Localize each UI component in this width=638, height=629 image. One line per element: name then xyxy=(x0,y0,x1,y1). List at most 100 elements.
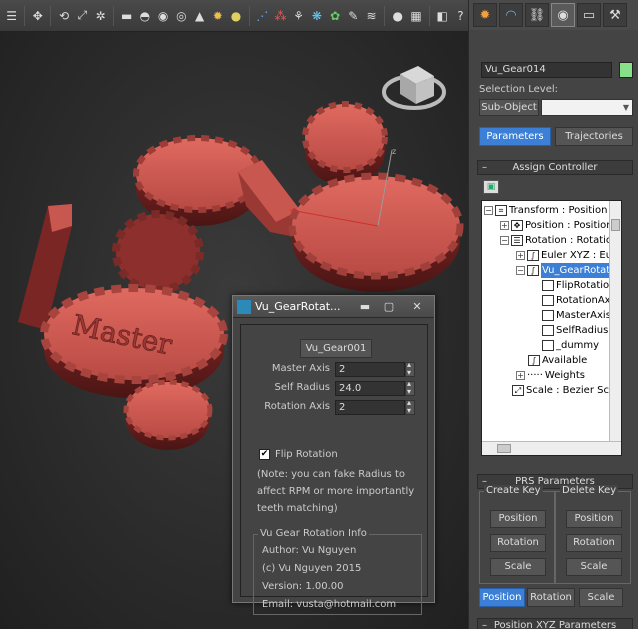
assign-controller-title: Assign Controller xyxy=(512,162,598,173)
tree-row[interactable]: ∫ Available xyxy=(528,353,587,368)
minimize-icon[interactable]: ▬ xyxy=(354,299,376,315)
gear-shape[interactable] xyxy=(112,210,204,294)
position-xyz-rollout[interactable]: – Position XYZ Parameters xyxy=(477,618,633,629)
camera-icon[interactable]: ✎ xyxy=(346,7,361,25)
create-tab-icon[interactable]: ✹ xyxy=(473,3,497,27)
expand-icon[interactable]: + xyxy=(500,221,509,230)
object-color-swatch[interactable] xyxy=(619,62,633,78)
tree-row[interactable]: ⤢ Scale : Bezier Sca xyxy=(512,383,615,398)
modify-tab-icon[interactable]: ◠ xyxy=(499,3,523,27)
tree-row[interactable]: + ∫ Euler XYZ : Eu xyxy=(516,248,612,263)
bush-icon[interactable]: ✿ xyxy=(328,7,343,25)
master-axis-spinner-arrows[interactable] xyxy=(405,360,415,377)
tree-row[interactable]: − ⌗ Transform : Position xyxy=(484,203,607,218)
scale-mode-button[interactable]: Scale xyxy=(579,588,623,607)
trajectories-tab[interactable]: Trajectories xyxy=(555,127,633,146)
tree-row[interactable]: SelfRadius xyxy=(542,323,608,338)
grass-icon[interactable]: ❋ xyxy=(309,7,324,25)
create-rotation-key-button[interactable]: Rotation xyxy=(490,534,546,552)
param-icon xyxy=(542,295,554,306)
tree-vertical-scrollbar[interactable] xyxy=(609,201,621,441)
sun-icon[interactable]: ✹ xyxy=(210,7,225,25)
particles-icon[interactable]: ✲ xyxy=(93,7,108,25)
create-position-key-button[interactable]: Position xyxy=(490,510,546,528)
rotation-axis-spinner[interactable]: 2 xyxy=(335,400,405,415)
tree-row-selected[interactable]: − ∫ Vu_GearRotat xyxy=(516,263,612,278)
box-icon[interactable]: ▬ xyxy=(119,7,134,25)
object-name-field[interactable]: Vu_Gear014 xyxy=(481,62,612,78)
tree-row[interactable]: + ✥ Position : Position xyxy=(500,218,613,233)
tree-row[interactable]: − ☰ Rotation : Rotation xyxy=(500,233,618,248)
maximize-icon[interactable]: ▢ xyxy=(378,299,400,315)
self-radius-spinner[interactable]: 24.0 xyxy=(335,381,405,396)
torus-icon[interactable]: ◎ xyxy=(174,7,189,25)
position-mode-button[interactable]: Position xyxy=(479,588,525,607)
gear-shape[interactable] xyxy=(238,160,300,236)
master-gear[interactable]: Master xyxy=(40,284,228,398)
create-scale-key-button[interactable]: Scale xyxy=(490,558,546,576)
view-cube[interactable] xyxy=(382,66,446,110)
email-text: Email: vusta@hotmail.com xyxy=(262,599,397,610)
help-icon[interactable]: ? xyxy=(453,7,468,25)
rotation-axis-spinner-arrows[interactable] xyxy=(405,398,415,415)
transform-icon: ⌗ xyxy=(495,205,507,216)
display-tab-icon[interactable]: ▭ xyxy=(577,3,601,27)
flip-rotation-checkbox[interactable]: ✔ xyxy=(259,449,270,460)
gear-shape[interactable] xyxy=(302,101,388,186)
expand-icon[interactable]: + xyxy=(516,371,525,380)
rotation-mode-button[interactable]: Rotation xyxy=(527,588,575,607)
gear-shape[interactable] xyxy=(288,172,464,292)
gear-rotation-dialog: Vu_GearRotat... ▬ ▢ ✕ Vu_Gear001 Master … xyxy=(232,295,435,615)
scrollbar-thumb[interactable] xyxy=(611,219,620,231)
tree-row[interactable]: RotationAx xyxy=(542,293,611,308)
sub-object-button[interactable]: Sub-Object xyxy=(479,99,539,116)
paint-icon[interactable]: ⚘ xyxy=(291,7,306,25)
expand-icon[interactable]: + xyxy=(516,251,525,260)
motion-tab-icon[interactable]: ◉ xyxy=(551,3,575,27)
render-icon[interactable]: ▦ xyxy=(408,7,423,25)
tree-row[interactable]: FlipRotation xyxy=(542,278,615,293)
assign-controller-rollout[interactable]: – Assign Controller xyxy=(477,160,633,175)
list-icon: ☰ xyxy=(511,235,523,246)
lattice-icon[interactable]: ⋰ xyxy=(255,7,270,25)
hierarchy-tab-icon[interactable]: ⛓ xyxy=(525,3,549,27)
self-radius-spinner-arrows[interactable] xyxy=(405,379,415,396)
command-panel: ✹ ◠ ⛓ ◉ ▭ ⚒ Vu_Gear014 Selection Level: … xyxy=(468,0,638,629)
delete-position-key-button[interactable]: Position xyxy=(566,510,622,528)
settings-icon[interactable]: ◧ xyxy=(435,7,450,25)
tree-row[interactable]: + ····· Weights xyxy=(516,368,585,383)
select-icon[interactable]: ☰ xyxy=(4,7,19,25)
controller-tree[interactable]: − ⌗ Transform : Position + ✥ Position : Po… xyxy=(481,200,622,456)
rotate-icon[interactable]: ⟲ xyxy=(56,7,71,25)
assign-controller-icon[interactable]: ▣ xyxy=(483,180,499,194)
tree-label: Vu_GearRotat xyxy=(541,263,612,278)
dialog-titlebar[interactable]: Vu_GearRotat... ▬ ▢ ✕ xyxy=(233,296,434,318)
tree-label: Available xyxy=(542,355,588,366)
scrollbar-thumb[interactable] xyxy=(497,444,511,453)
scale-icon[interactable]: ⤢ xyxy=(75,7,90,25)
master-axis-spinner[interactable]: 2 xyxy=(335,362,405,377)
scatter-icon[interactable]: ⁂ xyxy=(273,7,288,25)
tree-horizontal-scrollbar[interactable] xyxy=(482,441,621,455)
parameters-tab[interactable]: Parameters xyxy=(479,127,551,146)
utilities-tab-icon[interactable]: ⚒ xyxy=(603,3,627,27)
gear-shape[interactable] xyxy=(123,379,213,450)
param-icon xyxy=(542,325,554,336)
tree-row[interactable]: MasterAxis xyxy=(542,308,611,323)
target-gear-button[interactable]: Vu_Gear001 xyxy=(300,339,372,358)
tree-row[interactable]: _dummy xyxy=(542,338,599,353)
sub-object-dropdown[interactable]: ▼ xyxy=(541,99,633,116)
collapse-icon[interactable]: − xyxy=(500,236,509,245)
move-icon[interactable]: ✥ xyxy=(30,7,45,25)
delete-scale-key-button[interactable]: Scale xyxy=(566,558,622,576)
collapse-icon[interactable]: − xyxy=(516,266,525,275)
light-icon[interactable]: ● xyxy=(228,7,243,25)
sphere-icon[interactable]: ◓ xyxy=(137,7,152,25)
cylinder-icon[interactable]: ◉ xyxy=(156,7,171,25)
close-icon[interactable]: ✕ xyxy=(402,299,432,315)
hair-icon[interactable]: ≋ xyxy=(364,7,379,25)
collapse-icon[interactable]: − xyxy=(484,206,493,215)
delete-rotation-key-button[interactable]: Rotation xyxy=(566,534,622,552)
sphere2-icon[interactable]: ● xyxy=(390,7,405,25)
cone-icon[interactable]: ▲ xyxy=(192,7,207,25)
